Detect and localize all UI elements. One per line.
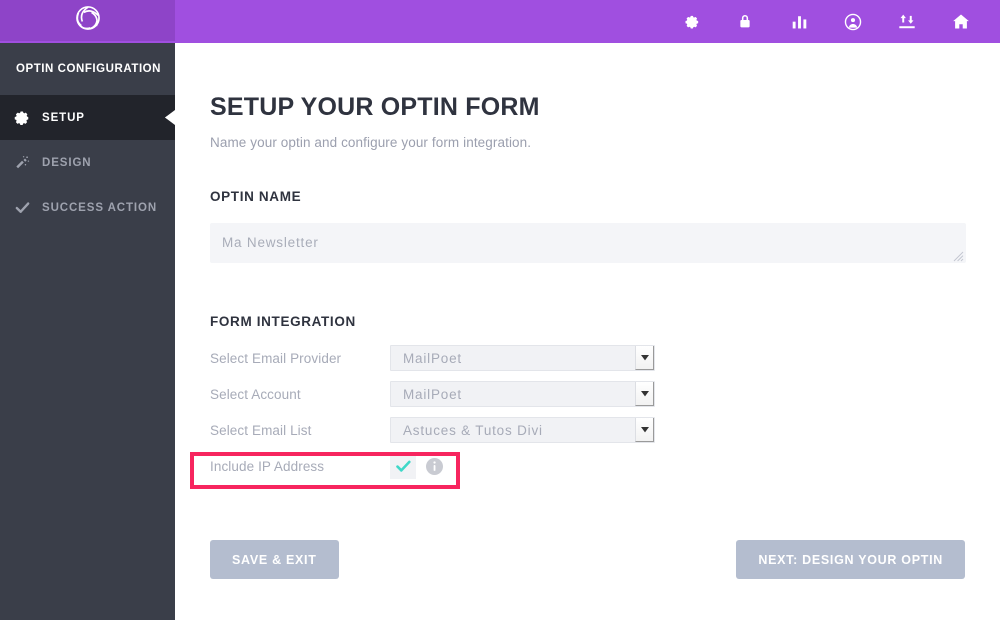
lock-icon[interactable] bbox=[718, 0, 772, 43]
check-icon bbox=[14, 199, 42, 216]
save-and-exit-button[interactable]: SAVE & EXIT bbox=[210, 540, 339, 579]
chevron-down-icon[interactable] bbox=[635, 346, 654, 370]
form-integration-fields: Select Email Provider MailPoet Select Ac… bbox=[210, 345, 964, 479]
user-circle-icon[interactable] bbox=[826, 0, 880, 43]
select-value: Astuces & Tutos Divi bbox=[403, 422, 543, 438]
import-export-icon[interactable] bbox=[880, 0, 934, 43]
checkmark-icon bbox=[395, 460, 411, 472]
main-content: SETUP YOUR OPTIN FORM Name your optin an… bbox=[175, 43, 1000, 620]
info-icon[interactable] bbox=[426, 457, 443, 475]
resize-grip-icon[interactable] bbox=[952, 250, 964, 262]
page-subtitle: Name your optin and configure your form … bbox=[210, 135, 532, 150]
settings-icon[interactable] bbox=[664, 0, 718, 43]
bar-chart-icon[interactable] bbox=[772, 0, 826, 43]
next-design-your-optin-button[interactable]: NEXT: DESIGN YOUR OPTIN bbox=[736, 540, 965, 579]
account-select[interactable]: MailPoet bbox=[390, 381, 655, 407]
page-title: SETUP YOUR OPTIN FORM bbox=[210, 93, 540, 121]
sidebar-item-success-action[interactable]: SUCCESS ACTION bbox=[0, 185, 175, 230]
sidebar-section-title: OPTIN CONFIGURATION bbox=[0, 43, 175, 95]
field-label: Select Account bbox=[210, 386, 301, 402]
sidebar-item-design[interactable]: DESIGN bbox=[0, 140, 175, 185]
sidebar-item-label: DESIGN bbox=[42, 156, 92, 169]
optin-name-input[interactable]: Ma Newsletter bbox=[210, 223, 966, 263]
chevron-down-icon[interactable] bbox=[635, 382, 654, 406]
field-row-include-ip-address: Include IP Address bbox=[210, 453, 964, 479]
active-item-notch bbox=[165, 95, 175, 140]
select-value: MailPoet bbox=[403, 350, 462, 366]
chevron-down-icon[interactable] bbox=[635, 418, 654, 442]
optin-name-heading: OPTIN NAME bbox=[210, 189, 302, 204]
form-integration-heading: FORM INTEGRATION bbox=[210, 314, 356, 329]
field-label: Select Email Provider bbox=[210, 350, 342, 366]
field-row-email-list: Select Email List Astuces & Tutos Divi bbox=[210, 417, 964, 443]
field-row-email-provider: Select Email Provider MailPoet bbox=[210, 345, 964, 371]
optin-name-value: Ma Newsletter bbox=[222, 235, 319, 250]
sidebar-item-setup[interactable]: SETUP bbox=[0, 95, 175, 140]
field-row-account: Select Account MailPoet bbox=[210, 381, 964, 407]
gear-icon bbox=[14, 110, 42, 126]
email-list-select[interactable]: Astuces & Tutos Divi bbox=[390, 417, 655, 443]
include-ip-address-checkbox[interactable] bbox=[390, 453, 416, 479]
bloom-logo-icon bbox=[74, 4, 102, 37]
bloom-optin-configuration-page: OPTIN CONFIGURATION SETUP DESIGN SUCCESS… bbox=[0, 0, 1000, 620]
field-label: Select Email List bbox=[210, 422, 312, 438]
sidebar-item-label: SUCCESS ACTION bbox=[42, 201, 158, 214]
sidebar: OPTIN CONFIGURATION SETUP DESIGN SUCCESS… bbox=[0, 0, 175, 620]
footer-button-row: SAVE & EXIT NEXT: DESIGN YOUR OPTIN bbox=[210, 540, 965, 579]
magic-wand-icon bbox=[14, 155, 42, 171]
select-value: MailPoet bbox=[403, 386, 462, 402]
field-label: Include IP Address bbox=[210, 458, 325, 474]
top-header-bar bbox=[175, 0, 1000, 43]
home-icon[interactable] bbox=[934, 0, 988, 43]
email-provider-select[interactable]: MailPoet bbox=[390, 345, 655, 371]
sidebar-item-label: SETUP bbox=[42, 111, 85, 124]
sidebar-logo-area[interactable] bbox=[0, 0, 175, 41]
